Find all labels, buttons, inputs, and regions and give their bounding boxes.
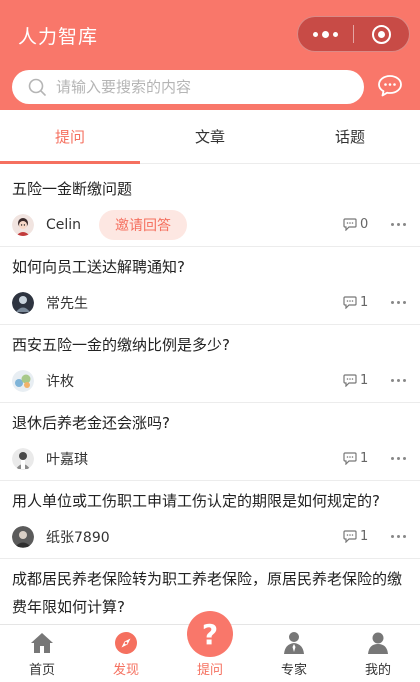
invite-answer-button[interactable]: 邀请回答	[99, 209, 188, 240]
bottom-nav: 首页 发现 ? 提问 专家 我的	[0, 611, 420, 682]
comment-icon	[343, 218, 357, 231]
comment-count-value: 1	[360, 529, 369, 544]
avatar[interactable]	[12, 291, 34, 314]
target-close-icon[interactable]	[354, 17, 409, 51]
nav-experts[interactable]: 专家	[252, 625, 336, 682]
comment-count[interactable]: 1	[343, 295, 368, 310]
more-options-icon[interactable]	[391, 301, 406, 304]
username[interactable]: Celin	[46, 217, 81, 233]
question-meta: 叶嘉琪 1	[0, 437, 420, 481]
nav-mine[interactable]: 我的	[336, 625, 420, 682]
more-dots-icon[interactable]	[298, 17, 353, 51]
more-options-icon[interactable]	[391, 535, 406, 538]
username[interactable]: 叶嘉琪	[46, 449, 88, 469]
content-tabs: 提问 文章 话题	[0, 110, 420, 164]
nav-discover[interactable]: 发现	[84, 625, 168, 682]
mini-program-capsule	[297, 16, 410, 52]
comment-count[interactable]: 1	[343, 529, 368, 544]
profile-icon	[368, 632, 388, 654]
question-title[interactable]: 西安五险一金的缴纳比例是多少?	[0, 331, 420, 359]
expert-icon	[284, 632, 304, 654]
more-options-icon[interactable]	[391, 223, 406, 226]
question-meta: 常先生 1	[0, 281, 420, 325]
nav-ask-label: 提问	[196, 663, 223, 678]
comment-count-value: 1	[360, 451, 369, 466]
tab-topics[interactable]: 话题	[280, 110, 420, 163]
more-options-icon[interactable]	[391, 457, 406, 460]
question-title[interactable]: 如何向员工送达解聘通知?	[0, 253, 420, 281]
comment-count-value: 0	[360, 217, 369, 232]
nav-ask[interactable]: ? 提问	[168, 611, 252, 682]
tab-articles[interactable]: 文章	[140, 110, 280, 163]
question-title[interactable]: 用人单位或工伤职工申请工伤认定的期限是如何规定的?	[0, 487, 420, 515]
question-list: 五险一金断缴问题 Celin 邀请回答 0 如何向员工送达解聘通知? 常先生 1…	[0, 165, 420, 621]
comment-icon	[343, 452, 357, 465]
chat-bubble-icon[interactable]	[377, 74, 403, 98]
nav-home-label: 首页	[28, 663, 55, 678]
comment-icon	[343, 374, 357, 387]
username[interactable]: 许枚	[46, 371, 74, 391]
comment-count[interactable]: 1	[343, 373, 368, 388]
question-title[interactable]: 五险一金断缴问题	[0, 165, 420, 203]
avatar[interactable]	[12, 447, 34, 470]
username[interactable]: 常先生	[46, 293, 88, 313]
question-icon: ?	[187, 611, 233, 657]
app-title: 人力智库	[18, 26, 99, 48]
search-bar[interactable]	[12, 70, 364, 104]
nav-discover-label: 发现	[112, 663, 139, 678]
nav-home[interactable]: 首页	[0, 625, 84, 682]
question-meta: 纸张7890 1	[0, 515, 420, 559]
question-title[interactable]: 退休后养老金还会涨吗?	[0, 409, 420, 437]
nav-experts-label: 专家	[280, 663, 307, 678]
avatar[interactable]	[12, 213, 34, 236]
search-input[interactable]	[56, 78, 336, 96]
comment-count[interactable]: 1	[343, 451, 368, 466]
comment-count-value: 1	[360, 295, 369, 310]
comment-count[interactable]: 0	[343, 217, 368, 232]
comment-icon	[343, 530, 357, 543]
compass-icon	[115, 632, 137, 654]
avatar[interactable]	[12, 525, 34, 548]
search-icon	[28, 78, 46, 96]
tab-questions[interactable]: 提问	[0, 110, 140, 164]
question-meta: Celin 邀请回答 0	[0, 203, 420, 247]
header-bar: 人力智库	[0, 0, 420, 110]
username[interactable]: 纸张7890	[46, 527, 110, 547]
comment-icon	[343, 296, 357, 309]
avatar[interactable]	[12, 369, 34, 392]
question-meta: 许枚 1	[0, 359, 420, 403]
comment-count-value: 1	[360, 373, 369, 388]
nav-mine-label: 我的	[364, 663, 391, 678]
home-icon	[31, 633, 53, 653]
more-options-icon[interactable]	[391, 379, 406, 382]
